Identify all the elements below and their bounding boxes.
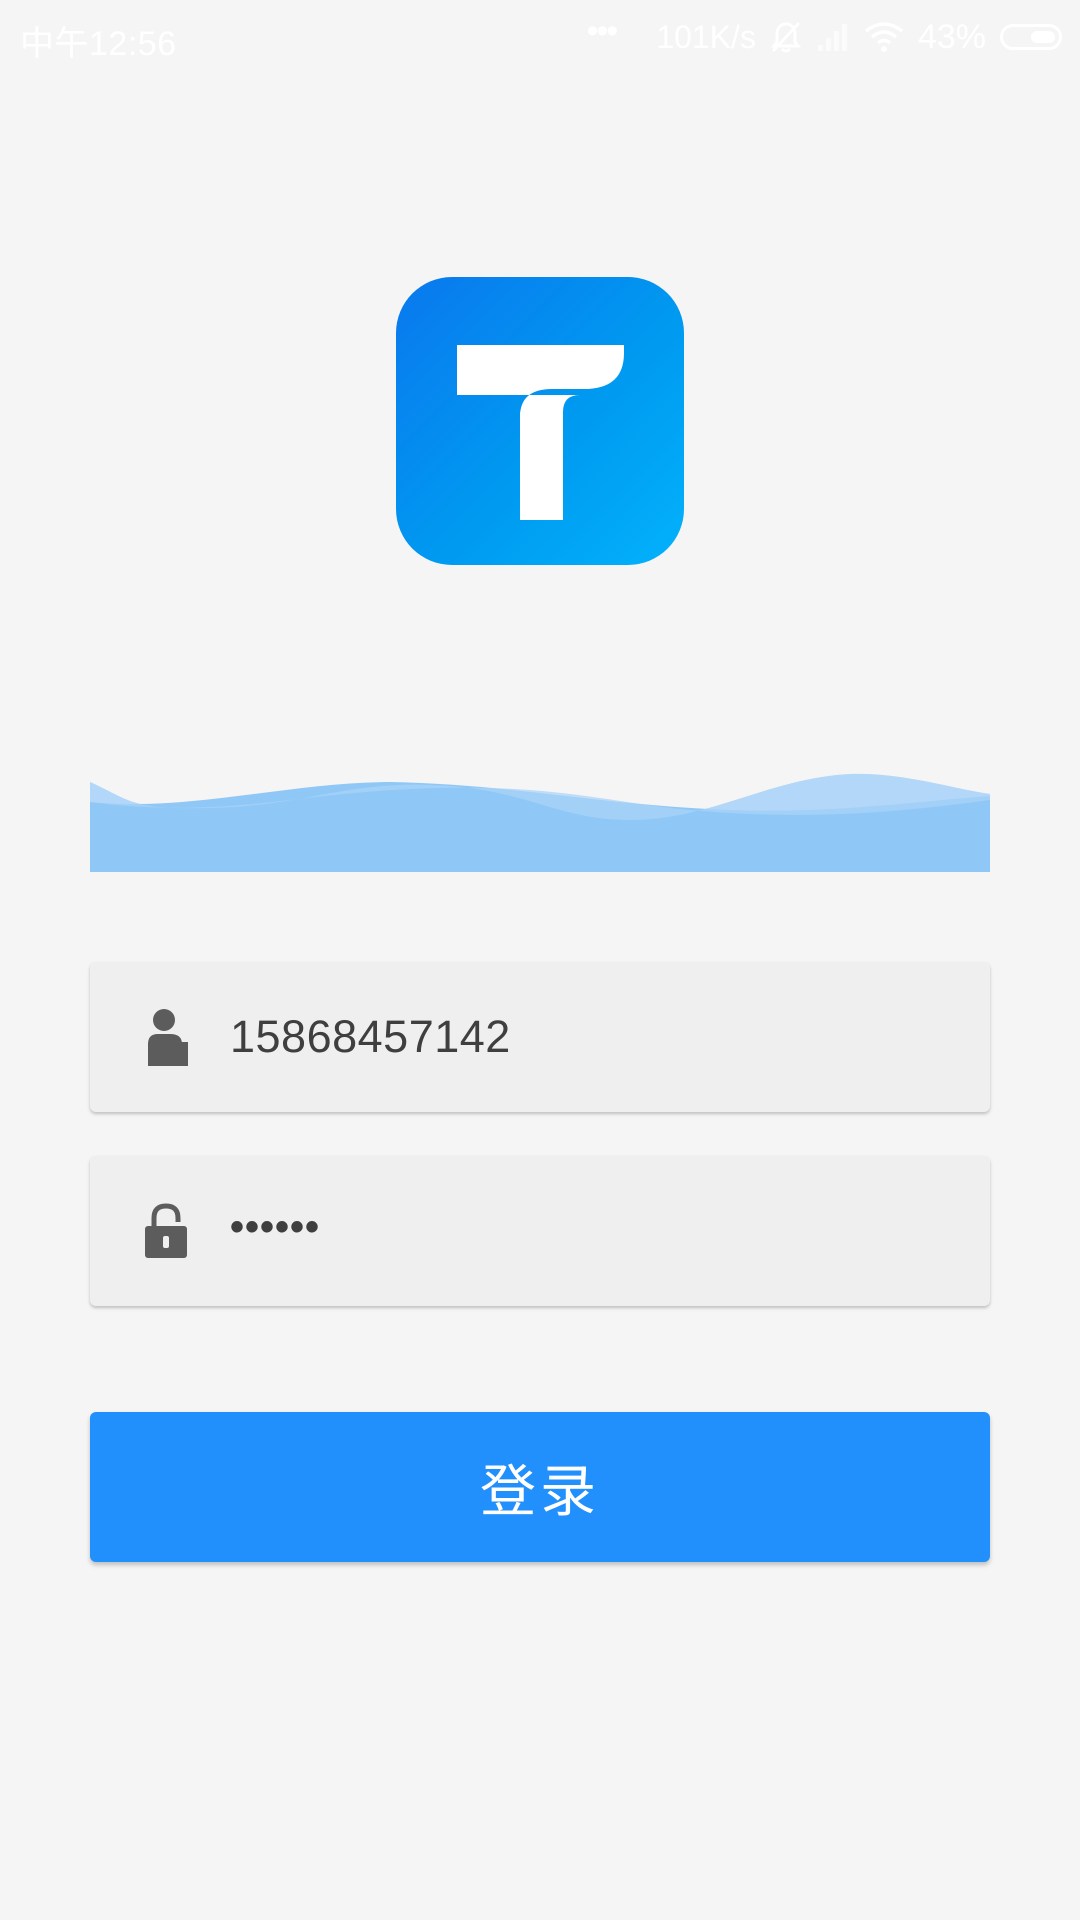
password-input[interactable]: •••••• (230, 1205, 320, 1250)
user-icon (144, 1008, 188, 1066)
username-input[interactable]: 15868457142 (230, 1011, 511, 1063)
battery-icon (1000, 24, 1062, 50)
status-time: 中午12:56 (20, 25, 177, 63)
mute-icon (770, 20, 802, 54)
lock-icon (144, 1202, 188, 1260)
password-field[interactable]: •••••• (90, 1156, 990, 1306)
login-button[interactable]: 登录 (90, 1412, 990, 1562)
app-logo-icon (396, 277, 684, 565)
battery-percent: 43% (917, 17, 986, 56)
wave-decoration (90, 760, 990, 872)
battery-level (1031, 31, 1055, 43)
wifi-icon (864, 21, 904, 53)
notification-dots: ••• (586, 11, 619, 50)
username-field[interactable]: 15868457142 (90, 962, 990, 1112)
signal-icon (816, 21, 850, 53)
status-bar: 中午12:56 ••• 101K/s 43% (0, 0, 1080, 76)
network-speed: 101K/s (656, 18, 756, 55)
status-indicators: ••• 101K/s 43% (587, 12, 1062, 62)
